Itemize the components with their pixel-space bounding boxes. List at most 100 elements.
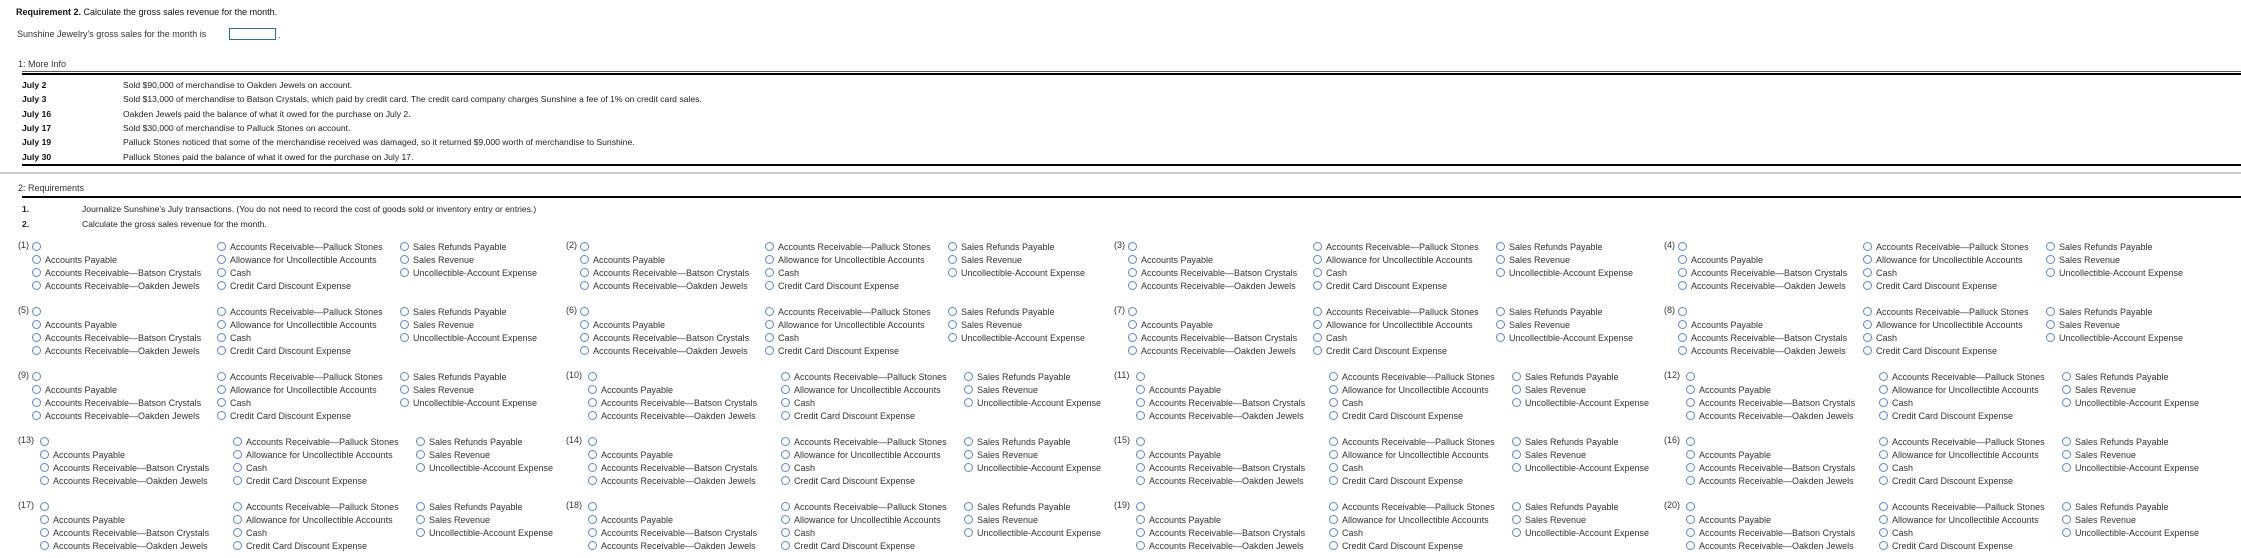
account-option[interactable]: Accounts Receivable—Oakden Jewels: [580, 344, 749, 357]
account-option[interactable]: Accounts Receivable—Batson Crystals: [32, 266, 201, 279]
radio-button-icon[interactable]: [588, 515, 597, 524]
radio-button-icon[interactable]: [781, 515, 790, 524]
radio-button-icon[interactable]: [948, 333, 957, 342]
radio-button-icon[interactable]: [588, 385, 597, 394]
account-option[interactable]: Accounts Payable: [32, 383, 201, 396]
radio-button-icon[interactable]: [40, 476, 49, 485]
account-option[interactable]: [40, 500, 209, 513]
account-option[interactable]: Accounts Receivable—Oakden Jewels: [1136, 539, 1305, 552]
account-option[interactable]: Cash: [781, 461, 947, 474]
account-option[interactable]: [1686, 435, 1855, 448]
radio-button-icon[interactable]: [400, 398, 409, 407]
account-option[interactable]: Uncollectible-Account Expense: [948, 331, 1085, 344]
radio-button-icon[interactable]: [588, 411, 597, 420]
radio-button-icon[interactable]: [1496, 320, 1505, 329]
account-option[interactable]: Accounts Receivable—Batson Crystals: [580, 266, 749, 279]
radio-button-icon[interactable]: [1128, 268, 1137, 277]
account-option[interactable]: Allowance for Uncollectible Accounts: [1879, 448, 2045, 461]
account-option[interactable]: Accounts Receivable—Batson Crystals: [1686, 526, 1855, 539]
radio-button-icon[interactable]: [1512, 372, 1521, 381]
account-option[interactable]: Accounts Receivable—Batson Crystals: [1128, 331, 1297, 344]
radio-button-icon[interactable]: [588, 372, 597, 381]
account-option[interactable]: Credit Card Discount Expense: [781, 474, 947, 487]
account-option[interactable]: Cash: [1863, 266, 2029, 279]
radio-button-icon[interactable]: [1863, 333, 1872, 342]
account-option[interactable]: Cash: [1329, 526, 1495, 539]
account-option[interactable]: Credit Card Discount Expense: [1863, 279, 2029, 292]
radio-button-icon[interactable]: [1512, 385, 1521, 394]
radio-button-icon[interactable]: [32, 255, 41, 264]
radio-button-icon[interactable]: [1329, 450, 1338, 459]
account-option[interactable]: Uncollectible-Account Expense: [1512, 396, 1649, 409]
radio-button-icon[interactable]: [1329, 372, 1338, 381]
account-option[interactable]: Accounts Receivable—Batson Crystals: [588, 526, 757, 539]
account-option[interactable]: [32, 240, 201, 253]
account-option[interactable]: Cash: [1879, 396, 2045, 409]
radio-button-icon[interactable]: [217, 333, 226, 342]
radio-button-icon[interactable]: [1128, 346, 1137, 355]
account-option[interactable]: Accounts Receivable—Oakden Jewels: [588, 474, 757, 487]
radio-button-icon[interactable]: [964, 437, 973, 446]
radio-button-icon[interactable]: [1686, 411, 1695, 420]
radio-button-icon[interactable]: [781, 437, 790, 446]
radio-button-icon[interactable]: [1313, 333, 1322, 342]
radio-button-icon[interactable]: [217, 385, 226, 394]
radio-button-icon[interactable]: [580, 281, 589, 290]
account-option[interactable]: Accounts Payable: [580, 253, 749, 266]
radio-button-icon[interactable]: [1686, 515, 1695, 524]
radio-button-icon[interactable]: [1128, 333, 1137, 342]
account-option[interactable]: Accounts Payable: [588, 513, 757, 526]
radio-button-icon[interactable]: [1686, 502, 1695, 511]
account-option[interactable]: Allowance for Uncollectible Accounts: [765, 253, 931, 266]
account-option[interactable]: Credit Card Discount Expense: [781, 539, 947, 552]
account-option[interactable]: [1678, 240, 1847, 253]
account-option[interactable]: Sales Refunds Payable: [400, 370, 537, 383]
account-option[interactable]: Accounts Receivable—Batson Crystals: [32, 396, 201, 409]
account-option[interactable]: [588, 370, 757, 383]
radio-button-icon[interactable]: [781, 502, 790, 511]
account-option[interactable]: Credit Card Discount Expense: [765, 344, 931, 357]
radio-button-icon[interactable]: [580, 255, 589, 264]
account-option[interactable]: Allowance for Uncollectible Accounts: [1313, 318, 1479, 331]
radio-button-icon[interactable]: [32, 398, 41, 407]
radio-button-icon[interactable]: [1313, 320, 1322, 329]
radio-button-icon[interactable]: [1512, 502, 1521, 511]
account-option[interactable]: Cash: [1879, 526, 2045, 539]
radio-button-icon[interactable]: [948, 320, 957, 329]
account-option[interactable]: Allowance for Uncollectible Accounts: [1329, 448, 1495, 461]
account-option[interactable]: Accounts Payable: [1678, 318, 1847, 331]
radio-button-icon[interactable]: [1329, 385, 1338, 394]
radio-button-icon[interactable]: [400, 372, 409, 381]
radio-button-icon[interactable]: [964, 398, 973, 407]
account-option[interactable]: Sales Revenue: [2062, 513, 2199, 526]
radio-button-icon[interactable]: [2046, 242, 2055, 251]
account-option[interactable]: Credit Card Discount Expense: [1313, 344, 1479, 357]
account-option[interactable]: Sales Revenue: [948, 253, 1085, 266]
account-option[interactable]: Accounts Receivable—Batson Crystals: [40, 526, 209, 539]
radio-button-icon[interactable]: [233, 450, 242, 459]
account-option[interactable]: [1686, 500, 1855, 513]
account-option[interactable]: [1136, 500, 1305, 513]
account-option[interactable]: Uncollectible-Account Expense: [400, 396, 537, 409]
radio-button-icon[interactable]: [32, 242, 41, 251]
account-option[interactable]: Credit Card Discount Expense: [233, 539, 399, 552]
radio-button-icon[interactable]: [588, 528, 597, 537]
radio-button-icon[interactable]: [1512, 463, 1521, 472]
radio-button-icon[interactable]: [588, 476, 597, 485]
account-option[interactable]: Allowance for Uncollectible Accounts: [233, 448, 399, 461]
account-option[interactable]: Accounts Receivable—Batson Crystals: [1128, 266, 1297, 279]
account-option[interactable]: [1678, 305, 1847, 318]
radio-button-icon[interactable]: [765, 242, 774, 251]
account-option[interactable]: Accounts Receivable—Oakden Jewels: [1678, 279, 1847, 292]
account-option[interactable]: Accounts Payable: [1686, 448, 1855, 461]
radio-button-icon[interactable]: [233, 476, 242, 485]
radio-button-icon[interactable]: [1686, 463, 1695, 472]
account-option[interactable]: [1128, 305, 1297, 318]
account-option[interactable]: Accounts Receivable—Palluck Stones: [1329, 435, 1495, 448]
account-option[interactable]: Uncollectible-Account Expense: [2062, 396, 2199, 409]
radio-button-icon[interactable]: [233, 502, 242, 511]
account-option[interactable]: Accounts Receivable—Oakden Jewels: [1128, 344, 1297, 357]
radio-button-icon[interactable]: [1329, 528, 1338, 537]
radio-button-icon[interactable]: [588, 398, 597, 407]
account-option[interactable]: Accounts Receivable—Palluck Stones: [781, 435, 947, 448]
